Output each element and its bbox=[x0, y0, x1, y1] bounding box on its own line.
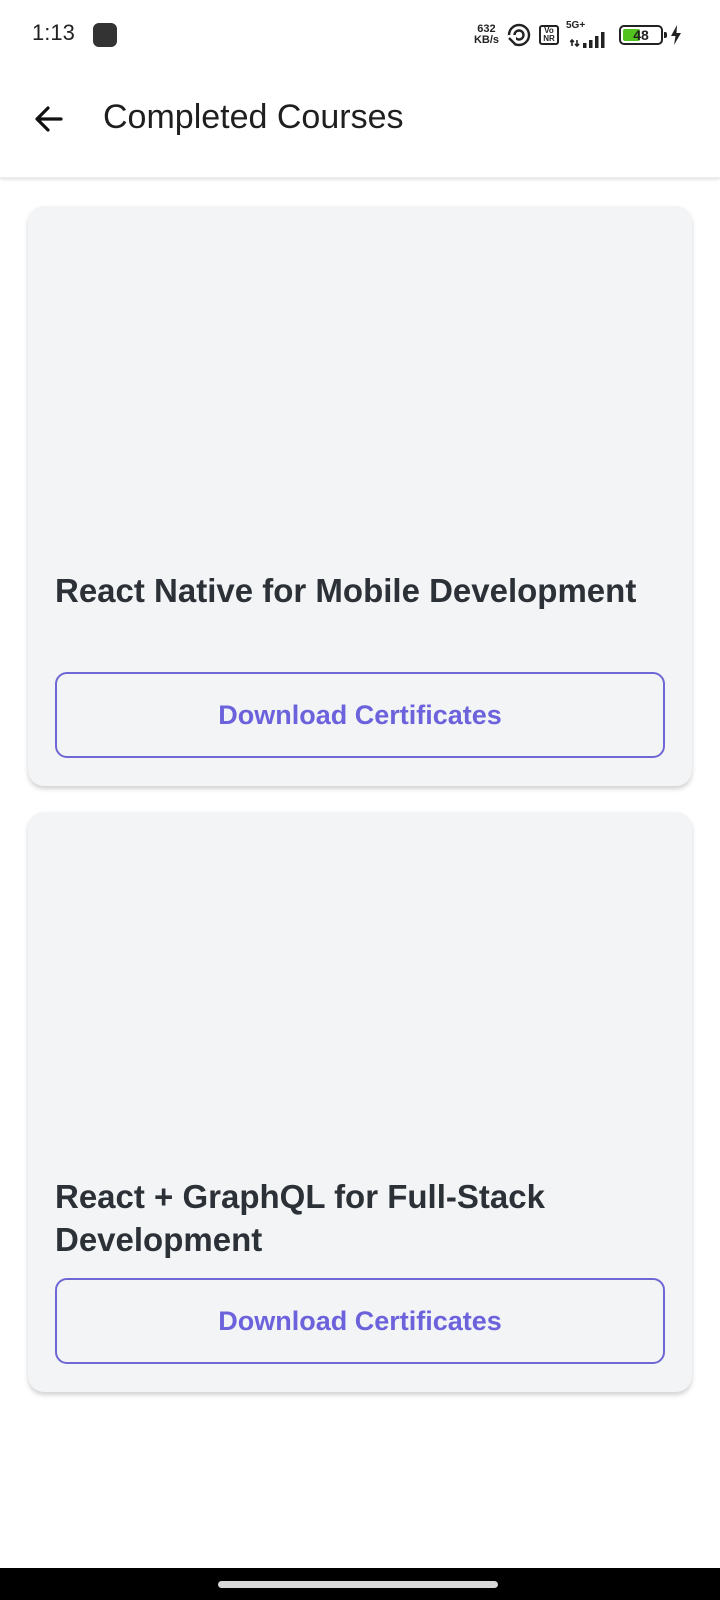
course-title: React + GraphQL for Full-Stack Developme… bbox=[55, 1178, 545, 1258]
cellular-signal: 5G+ bbox=[566, 20, 612, 48]
battery-icon: 48 bbox=[619, 25, 667, 45]
course-card: React Native for Mobile Development Down… bbox=[28, 206, 692, 786]
app-bar: Completed Courses bbox=[0, 70, 720, 178]
network-speed-unit: KB/s bbox=[473, 34, 499, 46]
download-certificates-button[interactable]: Download Certificates bbox=[55, 672, 665, 758]
back-button[interactable] bbox=[24, 94, 74, 144]
app-notification-icon bbox=[93, 23, 117, 47]
status-bar: 1:13 632 KB/s Vo NR 5G+ 48 bbox=[0, 0, 720, 70]
page-title: Completed Courses bbox=[103, 98, 404, 136]
network-type: 5G+ bbox=[566, 20, 586, 31]
battery-nub bbox=[664, 32, 667, 38]
charging-bolt-icon bbox=[670, 25, 682, 45]
volte-icon: Vo NR bbox=[539, 25, 559, 45]
home-gesture-handle[interactable] bbox=[218, 1581, 498, 1588]
status-time: 1:13 bbox=[32, 20, 75, 45]
system-navigation-bar bbox=[0, 1568, 720, 1600]
course-title: React Native for Mobile Development bbox=[55, 572, 637, 609]
course-card: React + GraphQL for Full-Stack Developme… bbox=[28, 812, 692, 1392]
arrow-left-icon bbox=[35, 106, 63, 132]
network-speed: 632 KB/s bbox=[474, 24, 499, 46]
download-certificates-button[interactable]: Download Certificates bbox=[55, 1278, 665, 1364]
status-icons: 632 KB/s Vo NR 5G+ 48 bbox=[474, 20, 682, 50]
volte-label-bottom: NR bbox=[543, 34, 555, 43]
hotspot-icon bbox=[506, 22, 532, 48]
battery-level: 48 bbox=[633, 27, 649, 43]
signal-bars-icon bbox=[570, 32, 605, 48]
